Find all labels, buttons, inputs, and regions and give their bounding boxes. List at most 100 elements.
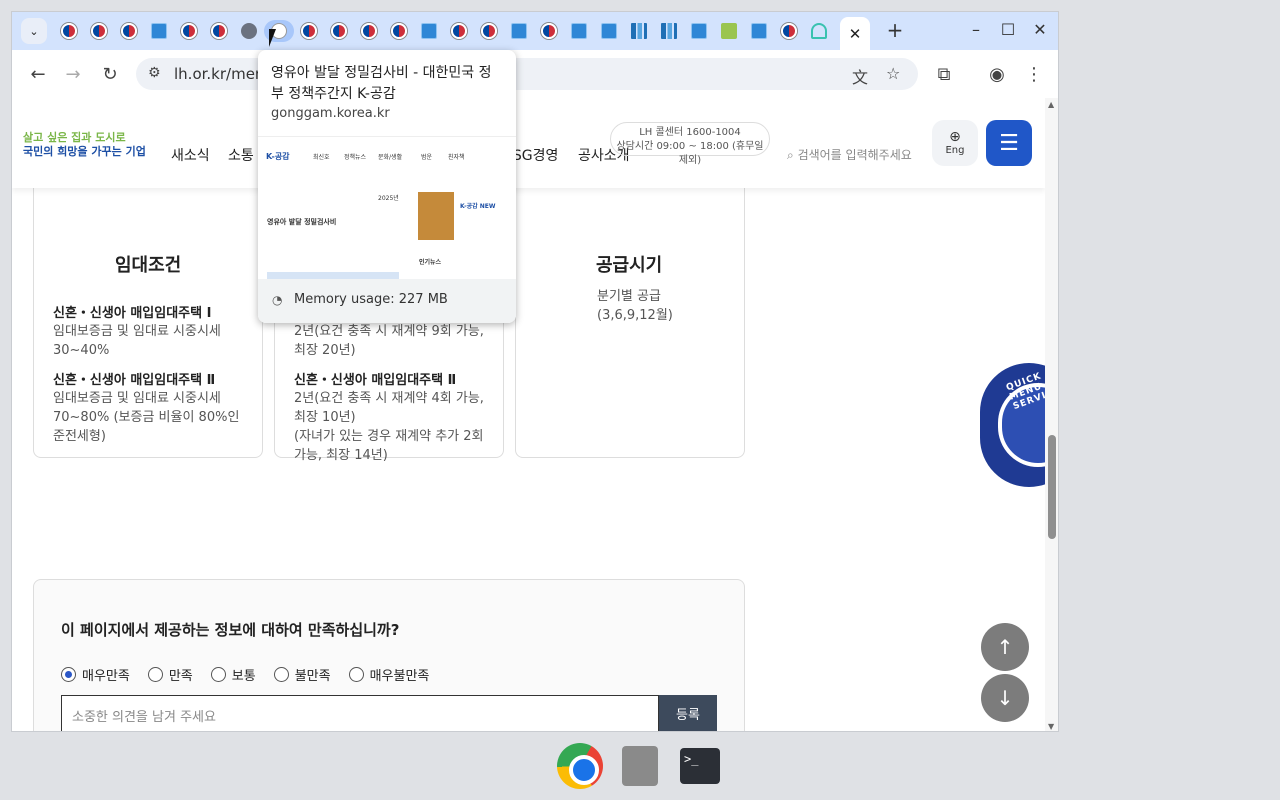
- tab[interactable]: [144, 20, 174, 42]
- tab[interactable]: [324, 20, 354, 42]
- card-text: 임대보증금 및 임대료 시중시세 30~40%: [53, 324, 221, 358]
- submit-button[interactable]: 등록: [659, 695, 717, 731]
- back-arrow-icon: ←: [30, 63, 46, 85]
- call-center-box[interactable]: LH 콜센터 1600-1004 상담시간 09:00 ~ 18:00 (휴무일…: [610, 122, 770, 166]
- close-tab-icon[interactable]: ✕: [849, 25, 862, 43]
- preview-nav-item: 정책뉴스: [344, 154, 367, 161]
- option-satisfied[interactable]: 만족: [147, 665, 193, 684]
- taskbar-terminal[interactable]: >_: [677, 743, 723, 789]
- option-label: 만족: [168, 669, 193, 684]
- call-center-number: LH 콜센터 1600-1004: [639, 127, 741, 138]
- tab[interactable]: [504, 20, 534, 42]
- preview-nav-item: 범운: [421, 154, 433, 161]
- language-label: Eng: [945, 145, 965, 156]
- close-window-button[interactable]: ✕: [1028, 20, 1052, 39]
- back-button[interactable]: ←: [26, 62, 50, 86]
- tab[interactable]: [534, 20, 564, 42]
- active-tab[interactable]: ✕: [840, 17, 870, 50]
- tools-icon: [622, 746, 658, 786]
- site-menu-button[interactable]: ☰: [986, 120, 1032, 166]
- bar-logo-icon: [661, 23, 677, 39]
- taskbar-tools[interactable]: [617, 743, 663, 789]
- scroll-up-arrow[interactable]: ▲: [1048, 100, 1054, 109]
- tab[interactable]: [294, 20, 324, 42]
- kebab-menu-icon: ⋮: [1025, 63, 1043, 85]
- radio-button[interactable]: [147, 667, 163, 682]
- site-favicon-icon: [421, 23, 437, 39]
- tab[interactable]: [624, 20, 654, 42]
- minimize-button[interactable]: –: [964, 20, 988, 39]
- card-subheading: 신혼・신생아 매입임대주택 Ⅱ: [294, 373, 457, 388]
- option-dissatisfied[interactable]: 불만족: [273, 665, 331, 684]
- tab[interactable]: [744, 20, 774, 42]
- tab[interactable]: [54, 20, 84, 42]
- extensions-button[interactable]: ⧉: [932, 62, 956, 86]
- tab[interactable]: [354, 20, 384, 42]
- tab[interactable]: [114, 20, 144, 42]
- tab[interactable]: [414, 20, 444, 42]
- tab[interactable]: [684, 20, 714, 42]
- scroll-down-arrow[interactable]: ▼: [1048, 722, 1054, 731]
- tab[interactable]: [444, 20, 474, 42]
- option-neutral[interactable]: 보통: [210, 665, 256, 684]
- call-center-hours: 상담시간 09:00 ~ 18:00 (휴무일 제외): [616, 141, 764, 166]
- taegeuk-icon: [781, 23, 797, 39]
- preview-banner: [267, 272, 399, 279]
- scroll-top-button[interactable]: ↑: [981, 623, 1029, 671]
- card-text: 2년(요건 충족 시 재계약 9회 가능, 최장 20년): [294, 324, 484, 358]
- search-icon: ⌕: [787, 148, 794, 162]
- opinion-input[interactable]: 소중한 의견을 남겨 주세요: [61, 695, 659, 731]
- nav-news[interactable]: 새소식: [171, 145, 210, 165]
- tab[interactable]: [714, 20, 744, 42]
- option-very-dissatisfied[interactable]: 매우불만족: [348, 665, 429, 684]
- scroll-bottom-button[interactable]: ↓: [981, 674, 1029, 722]
- new-tab-button[interactable]: +: [882, 18, 908, 42]
- option-very-satisfied[interactable]: 매우만족: [61, 665, 130, 684]
- globe-icon: [241, 23, 257, 39]
- reload-button[interactable]: ↻: [98, 62, 122, 86]
- tab[interactable]: [804, 20, 834, 42]
- address-bar[interactable]: ⚙ lh.or.kr/men 文 ☆: [136, 58, 918, 90]
- card-text: 임대보증금 및 임대료 시중시세 70~80% (보증금 비율이 80%인 준전…: [53, 391, 240, 444]
- nav-communication[interactable]: 소통: [228, 145, 254, 165]
- quick-menu-badge[interactable]: QUICK MENU SERVICE: [980, 363, 1045, 487]
- radio-button[interactable]: [61, 667, 76, 682]
- taskbar-chrome[interactable]: [557, 743, 603, 789]
- tab[interactable]: [174, 20, 204, 42]
- radio-button[interactable]: [273, 667, 289, 682]
- profile-button[interactable]: ◉: [985, 62, 1009, 86]
- browser-toolbar: ← → ↻ ⚙ lh.or.kr/men 文 ☆ ⧉ ◉ ⋮: [12, 50, 1058, 98]
- page-scrollbar[interactable]: ▲ ▼: [1045, 98, 1058, 731]
- taegeuk-icon: [481, 23, 497, 39]
- browser-menu-button[interactable]: ⋮: [1022, 62, 1046, 86]
- tab[interactable]: [474, 20, 504, 42]
- tab[interactable]: [204, 20, 234, 42]
- search-placeholder: 검색어를 입력해주세요: [797, 148, 912, 162]
- tab[interactable]: [384, 20, 414, 42]
- forward-button[interactable]: →: [61, 62, 85, 86]
- tab-search-button[interactable]: ⌄: [21, 18, 47, 44]
- logo-tagline-2[interactable]: 국민의 희망을 가꾸는 기업: [23, 143, 146, 159]
- tab[interactable]: [234, 20, 264, 42]
- tab[interactable]: [654, 20, 684, 42]
- taegeuk-icon: [61, 23, 77, 39]
- bookmark-star-icon[interactable]: ☆: [886, 64, 900, 83]
- translate-icon[interactable]: 文: [852, 64, 868, 88]
- card-text: (3,6,9,12월): [597, 308, 673, 323]
- radio-button[interactable]: [348, 667, 364, 682]
- site-info-icon[interactable]: ⚙: [148, 65, 161, 81]
- tab[interactable]: [774, 20, 804, 42]
- tab[interactable]: [564, 20, 594, 42]
- down-arrow-icon: ↓: [996, 686, 1014, 710]
- taegeuk-icon: [91, 23, 107, 39]
- tab[interactable]: [594, 20, 624, 42]
- tab[interactable]: [84, 20, 114, 42]
- card-subheading: 신혼・신생아 매입임대주택 Ⅰ: [53, 306, 212, 321]
- maximize-button[interactable]: ☐: [996, 20, 1020, 39]
- radio-button[interactable]: [210, 667, 226, 682]
- site-search[interactable]: ⌕ 검색어를 입력해주세요: [787, 146, 912, 163]
- preview-nav-item: 최신호: [313, 154, 330, 161]
- url-text[interactable]: lh.or.kr/men: [174, 65, 264, 83]
- scrollbar-thumb[interactable]: [1048, 435, 1056, 539]
- language-button[interactable]: ⊕ Eng: [932, 120, 978, 166]
